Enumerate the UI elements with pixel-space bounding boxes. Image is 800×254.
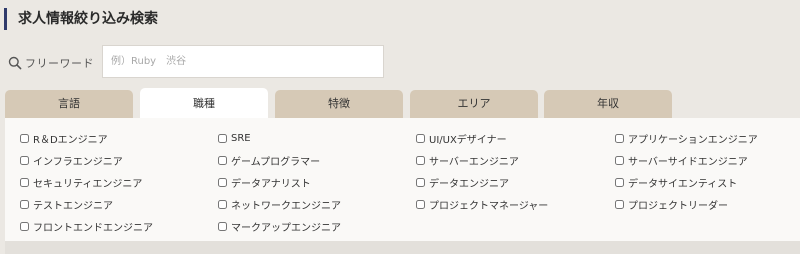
page-title: 求人情報絞り込み検索 [4, 8, 158, 30]
job-type-option[interactable]: インフラエンジニア [20, 149, 153, 171]
job-type-label: マークアップエンジニア [231, 222, 341, 234]
tab-area[interactable]: エリア [410, 90, 538, 118]
search-icon [8, 56, 22, 70]
tab-salary[interactable]: 年収 [544, 90, 672, 118]
job-type-label: データサイエンティスト [628, 178, 738, 190]
job-type-option[interactable]: プロジェクトマネージャー [416, 193, 548, 215]
job-type-label: サーバーエンジニア [429, 156, 519, 168]
job-type-option[interactable]: マークアップエンジニア [218, 215, 341, 237]
job-type-option[interactable]: プロジェクトリーダー [615, 193, 758, 215]
job-type-label: インフラエンジニア [33, 156, 123, 168]
job-type-label: フロントエンドエンジニア [33, 222, 153, 234]
job-type-option[interactable]: セキュリティエンジニア [20, 171, 153, 193]
job-type-option[interactable]: ネットワークエンジニア [218, 193, 341, 215]
job-type-checkbox[interactable] [20, 199, 29, 209]
job-type-label: ネットワークエンジニア [231, 200, 341, 212]
job-type-checkbox[interactable] [615, 133, 624, 143]
tab-language[interactable]: 言語 [5, 90, 133, 118]
job-type-label: プロジェクトマネージャー [429, 200, 549, 212]
freeword-label-group: フリーワード [8, 54, 94, 72]
job-type-option[interactable]: データアナリスト [218, 171, 341, 193]
job-type-label: ゲームプログラマー [231, 156, 321, 168]
job-type-label: アプリケーションエンジニア [628, 134, 758, 146]
job-type-option[interactable]: データサイエンティスト [615, 171, 758, 193]
job-type-option[interactable]: サーバーエンジニア [416, 149, 548, 171]
job-type-label: データアナリスト [231, 178, 311, 190]
tab-job-type[interactable]: 職種 [140, 88, 268, 118]
job-type-checkbox[interactable] [416, 177, 425, 187]
job-type-checkbox[interactable] [20, 155, 29, 165]
job-type-checkbox[interactable] [615, 199, 624, 209]
job-type-label: テストエンジニア [33, 200, 113, 212]
job-type-checkbox[interactable] [20, 177, 29, 187]
job-type-option[interactable]: フロントエンドエンジニア [20, 215, 153, 237]
job-type-label: UI/UXデザイナー [429, 134, 507, 146]
job-type-column-4: アプリケーションエンジニア サーバーサイドエンジニア データサイエンティスト プ… [615, 127, 758, 215]
job-type-checkbox[interactable] [218, 155, 227, 165]
job-type-checkbox[interactable] [218, 177, 227, 187]
job-type-label: R＆Dエンジニア [33, 134, 108, 146]
panel-bottom-strip [5, 241, 800, 254]
job-type-label: データエンジニア [429, 178, 509, 190]
job-type-option[interactable]: ゲームプログラマー [218, 149, 341, 171]
job-type-checkbox[interactable] [615, 155, 624, 165]
tab-features[interactable]: 特徴 [275, 90, 403, 118]
job-type-checkbox[interactable] [615, 177, 624, 187]
freeword-label: フリーワード [25, 57, 94, 70]
job-type-option[interactable]: テストエンジニア [20, 193, 153, 215]
job-type-checkbox[interactable] [416, 133, 425, 143]
job-type-checkbox[interactable] [20, 221, 29, 231]
job-type-option[interactable]: UI/UXデザイナー [416, 127, 548, 149]
job-type-option[interactable]: データエンジニア [416, 171, 548, 193]
job-type-checkbox[interactable] [218, 199, 227, 209]
job-type-option[interactable]: R＆Dエンジニア [20, 127, 153, 149]
job-type-label: SRE [231, 132, 251, 144]
job-type-checkbox[interactable] [416, 199, 425, 209]
job-type-label: プロジェクトリーダー [628, 200, 728, 212]
job-type-option[interactable]: サーバーサイドエンジニア [615, 149, 758, 171]
job-type-checkbox[interactable] [416, 155, 425, 165]
job-type-checkbox[interactable] [218, 221, 227, 231]
job-type-option[interactable]: アプリケーションエンジニア [615, 127, 758, 149]
job-type-column-2: SRE ゲームプログラマー データアナリスト ネットワークエンジニア マークアッ… [218, 127, 341, 237]
job-type-checkbox[interactable] [218, 133, 227, 143]
job-type-label: サーバーサイドエンジニア [628, 156, 748, 168]
freeword-input[interactable] [102, 45, 384, 78]
job-type-column-3: UI/UXデザイナー サーバーエンジニア データエンジニア プロジェクトマネージ… [416, 127, 548, 215]
job-type-label: セキュリティエンジニア [33, 178, 143, 190]
job-type-option[interactable]: SRE [218, 127, 341, 149]
job-type-column-1: R＆Dエンジニア インフラエンジニア セキュリティエンジニア テストエンジニア … [20, 127, 153, 237]
job-type-checkbox[interactable] [20, 133, 29, 143]
